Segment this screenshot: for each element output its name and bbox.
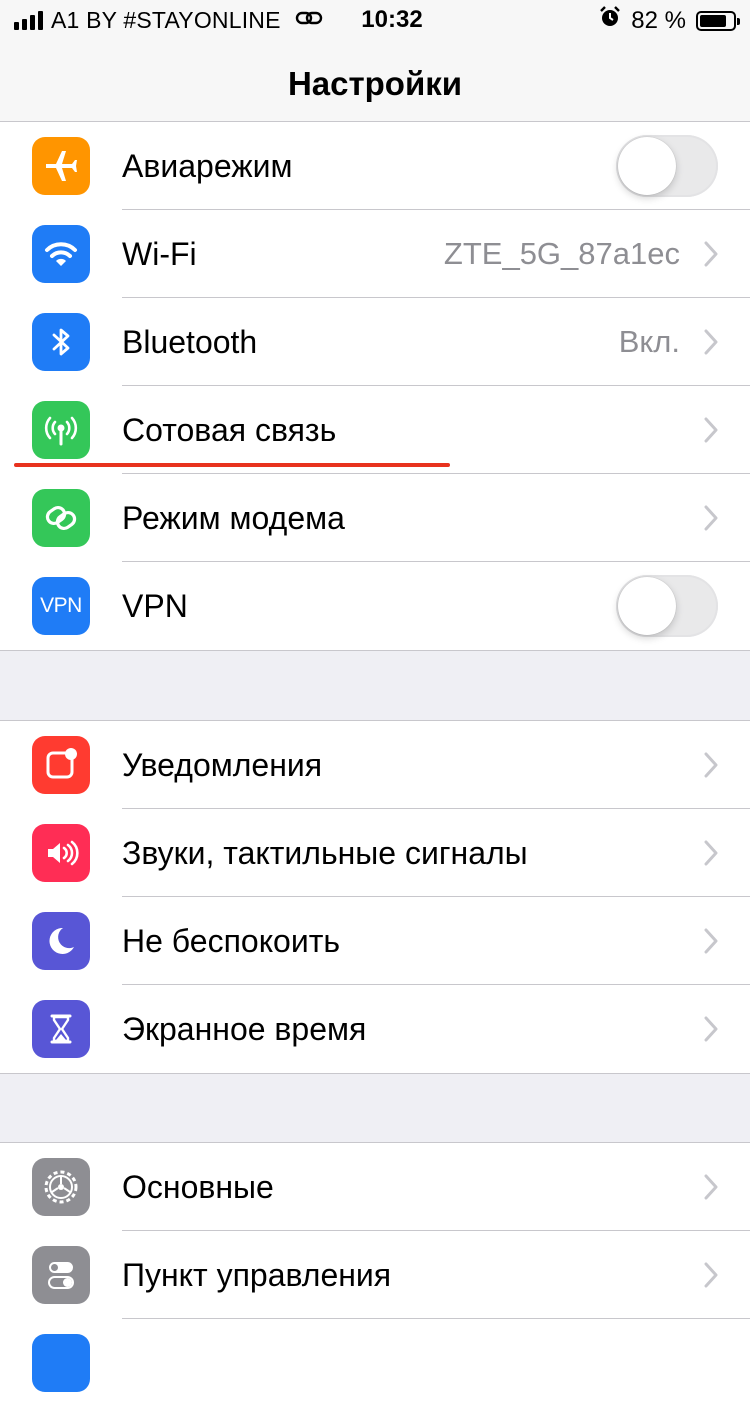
status-bar: A1 BY #STAYONLINE 10:32 82 %: [0, 0, 750, 40]
settings-row-label: Основные: [122, 1169, 274, 1205]
moon-icon: [32, 912, 90, 970]
vpn-icon-text: VPN: [40, 594, 82, 617]
carrier-name: A1 BY #STAYONLINE: [51, 6, 281, 33]
settings-row-label: Wi-Fi: [122, 236, 197, 272]
settings-row-personal-hotspot[interactable]: Режим модема: [0, 474, 750, 562]
settings-row-label: Режим модема: [122, 500, 345, 536]
settings-row-control-center[interactable]: Пункт управления: [0, 1231, 750, 1319]
navigation-bar: Настройки: [0, 40, 750, 129]
settings-row-label: Не беспокоить: [122, 923, 341, 959]
settings-row-label: Bluetooth: [122, 324, 258, 360]
chevron-right-icon: [704, 1262, 718, 1293]
hourglass-icon: [32, 1000, 90, 1058]
settings-row-screen-time[interactable]: Экранное время: [0, 985, 750, 1073]
chevron-right-icon: [704, 928, 718, 959]
settings-row-airplane-mode: Авиарежим: [0, 122, 750, 210]
cellular-antenna-icon: [32, 401, 90, 459]
chevron-right-icon: [704, 752, 718, 783]
partial-icon: [32, 1334, 90, 1392]
settings-row-do-not-disturb[interactable]: Не беспокоить: [0, 897, 750, 985]
chevron-right-icon: [704, 241, 718, 272]
vpn-icon: VPN: [32, 577, 90, 635]
gear-icon: [32, 1158, 90, 1216]
signal-icon: [14, 10, 43, 30]
settings-row-label: Звуки, тактильные сигналы: [122, 835, 528, 871]
status-bar-left: A1 BY #STAYONLINE: [14, 6, 323, 34]
chevron-right-icon: [704, 840, 718, 871]
status-bar-right: 82 %: [599, 6, 740, 35]
settings-row-label: Уведомления: [122, 747, 323, 783]
control-center-icon: [32, 1246, 90, 1304]
chevron-right-icon: [704, 1016, 718, 1047]
bluetooth-icon: [32, 313, 90, 371]
airplane-icon: [32, 137, 90, 195]
battery-icon: [696, 10, 740, 31]
chevron-right-icon: [704, 417, 718, 448]
airplane-mode-toggle[interactable]: [616, 135, 718, 197]
settings-group-connectivity: Авиарежим Wi-Fi ZTE_5G_87a1ec Bluetooth …: [0, 121, 750, 651]
hotspot-link-icon: [295, 6, 323, 34]
page-title: Настройки: [287, 65, 463, 102]
annotation-underline: [14, 463, 450, 467]
chevron-right-icon: [704, 505, 718, 536]
settings-row-label: Авиарежим: [122, 148, 293, 184]
battery-percent: 82 %: [631, 6, 686, 34]
clock: 10:32: [361, 6, 423, 33]
settings-group-general: Основные Пункт управления: [0, 1142, 750, 1407]
settings-row-label: Пункт управления: [122, 1257, 392, 1293]
settings-row-vpn: VPN VPN: [0, 562, 750, 650]
settings-row-partial: [0, 1319, 750, 1407]
settings-row-general[interactable]: Основные: [0, 1143, 750, 1231]
bluetooth-status: Вкл.: [618, 324, 680, 359]
wifi-icon: [32, 225, 90, 283]
notifications-icon: [32, 736, 90, 794]
settings-row-cellular[interactable]: Сотовая связь: [0, 386, 750, 474]
settings-row-bluetooth[interactable]: Bluetooth Вкл.: [0, 298, 750, 386]
sounds-icon: [32, 824, 90, 882]
battery-fill: [700, 14, 726, 27]
settings-row-notifications[interactable]: Уведомления: [0, 721, 750, 809]
settings-group-notifications: Уведомления Звуки, тактильные сигналы Не…: [0, 720, 750, 1074]
chevron-right-icon: [704, 1174, 718, 1205]
hotspot-icon: [32, 489, 90, 547]
settings-row-label: VPN: [122, 588, 188, 624]
toggle-knob: [618, 137, 676, 195]
alarm-icon: [599, 6, 621, 35]
settings-row-label: Экранное время: [122, 1011, 367, 1047]
vpn-toggle[interactable]: [616, 575, 718, 637]
settings-row-label: Сотовая связь: [122, 412, 337, 448]
settings-row-wifi[interactable]: Wi-Fi ZTE_5G_87a1ec: [0, 210, 750, 298]
settings-row-sounds[interactable]: Звуки, тактильные сигналы: [0, 809, 750, 897]
chevron-right-icon: [704, 329, 718, 360]
toggle-knob: [618, 577, 676, 635]
wifi-network-name: ZTE_5G_87a1ec: [443, 236, 680, 271]
